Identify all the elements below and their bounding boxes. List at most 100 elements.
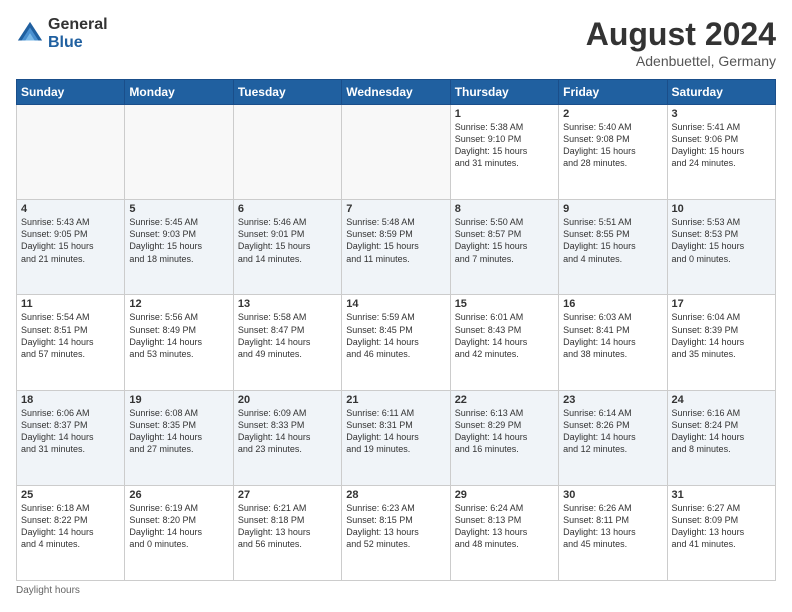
- day-number: 7: [346, 203, 445, 215]
- day-number: 12: [129, 298, 228, 310]
- calendar-cell: 17Sunrise: 6:04 AM Sunset: 8:39 PM Dayli…: [667, 295, 775, 390]
- day-info: Sunrise: 6:03 AM Sunset: 8:41 PM Dayligh…: [563, 311, 662, 360]
- week-row-5: 25Sunrise: 6:18 AM Sunset: 8:22 PM Dayli…: [17, 485, 776, 580]
- calendar-cell: [342, 105, 450, 200]
- day-info: Sunrise: 5:58 AM Sunset: 8:47 PM Dayligh…: [238, 311, 337, 360]
- day-info: Sunrise: 6:19 AM Sunset: 8:20 PM Dayligh…: [129, 502, 228, 551]
- day-number: 1: [455, 108, 554, 120]
- col-saturday: Saturday: [667, 80, 775, 105]
- calendar-cell: 14Sunrise: 5:59 AM Sunset: 8:45 PM Dayli…: [342, 295, 450, 390]
- day-number: 26: [129, 489, 228, 501]
- day-info: Sunrise: 5:40 AM Sunset: 9:08 PM Dayligh…: [563, 121, 662, 170]
- day-number: 2: [563, 108, 662, 120]
- day-number: 25: [21, 489, 120, 501]
- calendar-cell: 30Sunrise: 6:26 AM Sunset: 8:11 PM Dayli…: [559, 485, 667, 580]
- calendar-cell: 10Sunrise: 5:53 AM Sunset: 8:53 PM Dayli…: [667, 200, 775, 295]
- calendar-cell: 3Sunrise: 5:41 AM Sunset: 9:06 PM Daylig…: [667, 105, 775, 200]
- day-info: Sunrise: 6:16 AM Sunset: 8:24 PM Dayligh…: [672, 407, 771, 456]
- day-number: 8: [455, 203, 554, 215]
- location: Adenbuettel, Germany: [586, 53, 776, 69]
- calendar-cell: 22Sunrise: 6:13 AM Sunset: 8:29 PM Dayli…: [450, 390, 558, 485]
- day-info: Sunrise: 5:45 AM Sunset: 9:03 PM Dayligh…: [129, 216, 228, 265]
- day-info: Sunrise: 6:23 AM Sunset: 8:15 PM Dayligh…: [346, 502, 445, 551]
- day-info: Sunrise: 6:11 AM Sunset: 8:31 PM Dayligh…: [346, 407, 445, 456]
- day-number: 18: [21, 394, 120, 406]
- col-wednesday: Wednesday: [342, 80, 450, 105]
- day-number: 3: [672, 108, 771, 120]
- day-number: 4: [21, 203, 120, 215]
- day-info: Sunrise: 5:59 AM Sunset: 8:45 PM Dayligh…: [346, 311, 445, 360]
- day-number: 11: [21, 298, 120, 310]
- day-number: 28: [346, 489, 445, 501]
- calendar-cell: 16Sunrise: 6:03 AM Sunset: 8:41 PM Dayli…: [559, 295, 667, 390]
- logo-blue-text: Blue: [48, 34, 108, 52]
- calendar-cell: 28Sunrise: 6:23 AM Sunset: 8:15 PM Dayli…: [342, 485, 450, 580]
- logo-text: General Blue: [48, 16, 108, 51]
- calendar-cell: 11Sunrise: 5:54 AM Sunset: 8:51 PM Dayli…: [17, 295, 125, 390]
- day-info: Sunrise: 6:01 AM Sunset: 8:43 PM Dayligh…: [455, 311, 554, 360]
- month-year: August 2024: [586, 16, 776, 53]
- day-info: Sunrise: 5:56 AM Sunset: 8:49 PM Dayligh…: [129, 311, 228, 360]
- calendar-cell: [233, 105, 341, 200]
- calendar-cell: 24Sunrise: 6:16 AM Sunset: 8:24 PM Dayli…: [667, 390, 775, 485]
- day-number: 14: [346, 298, 445, 310]
- week-row-2: 4Sunrise: 5:43 AM Sunset: 9:05 PM Daylig…: [17, 200, 776, 295]
- calendar-cell: 4Sunrise: 5:43 AM Sunset: 9:05 PM Daylig…: [17, 200, 125, 295]
- calendar-cell: 2Sunrise: 5:40 AM Sunset: 9:08 PM Daylig…: [559, 105, 667, 200]
- calendar-cell: 18Sunrise: 6:06 AM Sunset: 8:37 PM Dayli…: [17, 390, 125, 485]
- calendar-table: Sunday Monday Tuesday Wednesday Thursday…: [16, 79, 776, 581]
- col-monday: Monday: [125, 80, 233, 105]
- day-number: 30: [563, 489, 662, 501]
- day-info: Sunrise: 5:51 AM Sunset: 8:55 PM Dayligh…: [563, 216, 662, 265]
- page: General Blue August 2024 Adenbuettel, Ge…: [0, 0, 792, 612]
- day-number: 15: [455, 298, 554, 310]
- calendar-cell: [17, 105, 125, 200]
- day-number: 6: [238, 203, 337, 215]
- calendar-header-row: Sunday Monday Tuesday Wednesday Thursday…: [17, 80, 776, 105]
- day-number: 20: [238, 394, 337, 406]
- calendar-cell: [125, 105, 233, 200]
- day-number: 5: [129, 203, 228, 215]
- day-info: Sunrise: 5:46 AM Sunset: 9:01 PM Dayligh…: [238, 216, 337, 265]
- calendar-cell: 19Sunrise: 6:08 AM Sunset: 8:35 PM Dayli…: [125, 390, 233, 485]
- calendar-cell: 5Sunrise: 5:45 AM Sunset: 9:03 PM Daylig…: [125, 200, 233, 295]
- day-info: Sunrise: 6:06 AM Sunset: 8:37 PM Dayligh…: [21, 407, 120, 456]
- day-info: Sunrise: 5:38 AM Sunset: 9:10 PM Dayligh…: [455, 121, 554, 170]
- calendar-cell: 12Sunrise: 5:56 AM Sunset: 8:49 PM Dayli…: [125, 295, 233, 390]
- day-number: 13: [238, 298, 337, 310]
- title-block: August 2024 Adenbuettel, Germany: [586, 16, 776, 69]
- col-tuesday: Tuesday: [233, 80, 341, 105]
- day-number: 9: [563, 203, 662, 215]
- day-number: 31: [672, 489, 771, 501]
- header: General Blue August 2024 Adenbuettel, Ge…: [16, 16, 776, 69]
- day-info: Sunrise: 6:21 AM Sunset: 8:18 PM Dayligh…: [238, 502, 337, 551]
- calendar-cell: 13Sunrise: 5:58 AM Sunset: 8:47 PM Dayli…: [233, 295, 341, 390]
- day-info: Sunrise: 6:08 AM Sunset: 8:35 PM Dayligh…: [129, 407, 228, 456]
- day-number: 16: [563, 298, 662, 310]
- calendar-cell: 20Sunrise: 6:09 AM Sunset: 8:33 PM Dayli…: [233, 390, 341, 485]
- calendar-cell: 26Sunrise: 6:19 AM Sunset: 8:20 PM Dayli…: [125, 485, 233, 580]
- calendar-cell: 25Sunrise: 6:18 AM Sunset: 8:22 PM Dayli…: [17, 485, 125, 580]
- day-number: 10: [672, 203, 771, 215]
- col-thursday: Thursday: [450, 80, 558, 105]
- calendar-cell: 21Sunrise: 6:11 AM Sunset: 8:31 PM Dayli…: [342, 390, 450, 485]
- week-row-4: 18Sunrise: 6:06 AM Sunset: 8:37 PM Dayli…: [17, 390, 776, 485]
- day-number: 23: [563, 394, 662, 406]
- day-number: 17: [672, 298, 771, 310]
- day-info: Sunrise: 6:18 AM Sunset: 8:22 PM Dayligh…: [21, 502, 120, 551]
- day-info: Sunrise: 5:53 AM Sunset: 8:53 PM Dayligh…: [672, 216, 771, 265]
- footer-note: Daylight hours: [16, 585, 776, 596]
- week-row-3: 11Sunrise: 5:54 AM Sunset: 8:51 PM Dayli…: [17, 295, 776, 390]
- day-info: Sunrise: 5:50 AM Sunset: 8:57 PM Dayligh…: [455, 216, 554, 265]
- day-number: 24: [672, 394, 771, 406]
- day-number: 19: [129, 394, 228, 406]
- day-info: Sunrise: 5:48 AM Sunset: 8:59 PM Dayligh…: [346, 216, 445, 265]
- day-number: 29: [455, 489, 554, 501]
- col-sunday: Sunday: [17, 80, 125, 105]
- calendar-cell: 1Sunrise: 5:38 AM Sunset: 9:10 PM Daylig…: [450, 105, 558, 200]
- calendar-cell: 15Sunrise: 6:01 AM Sunset: 8:43 PM Dayli…: [450, 295, 558, 390]
- calendar-cell: 7Sunrise: 5:48 AM Sunset: 8:59 PM Daylig…: [342, 200, 450, 295]
- calendar-cell: 31Sunrise: 6:27 AM Sunset: 8:09 PM Dayli…: [667, 485, 775, 580]
- day-info: Sunrise: 6:26 AM Sunset: 8:11 PM Dayligh…: [563, 502, 662, 551]
- day-info: Sunrise: 5:41 AM Sunset: 9:06 PM Dayligh…: [672, 121, 771, 170]
